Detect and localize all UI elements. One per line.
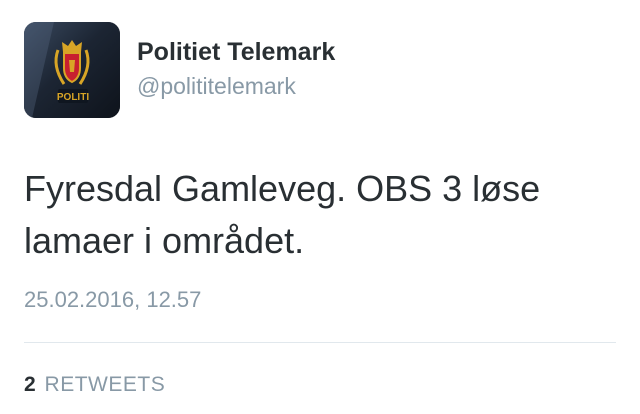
retweets-count: 2	[24, 373, 36, 396]
tweet-timestamp[interactable]: 25.02.2016, 12.57	[24, 287, 201, 313]
tweet-text: Fyresdal Gamleveg. OBS 3 løse lamaer i o…	[24, 168, 541, 261]
author-display-name[interactable]: Politiet Telemark	[137, 38, 335, 67]
avatar-badge-text: POLITI	[57, 92, 89, 103]
retweets-stat[interactable]: 2 RETWEETS	[24, 373, 165, 397]
author-handle[interactable]: @polititelemark	[137, 73, 296, 100]
divider	[24, 342, 616, 343]
police-badge-icon: POLITI	[24, 22, 120, 118]
avatar[interactable]: POLITI	[24, 22, 120, 118]
tweet-card: POLITI Politiet Telemark @polititelemark…	[0, 0, 640, 414]
retweets-label: RETWEETS	[44, 373, 166, 396]
